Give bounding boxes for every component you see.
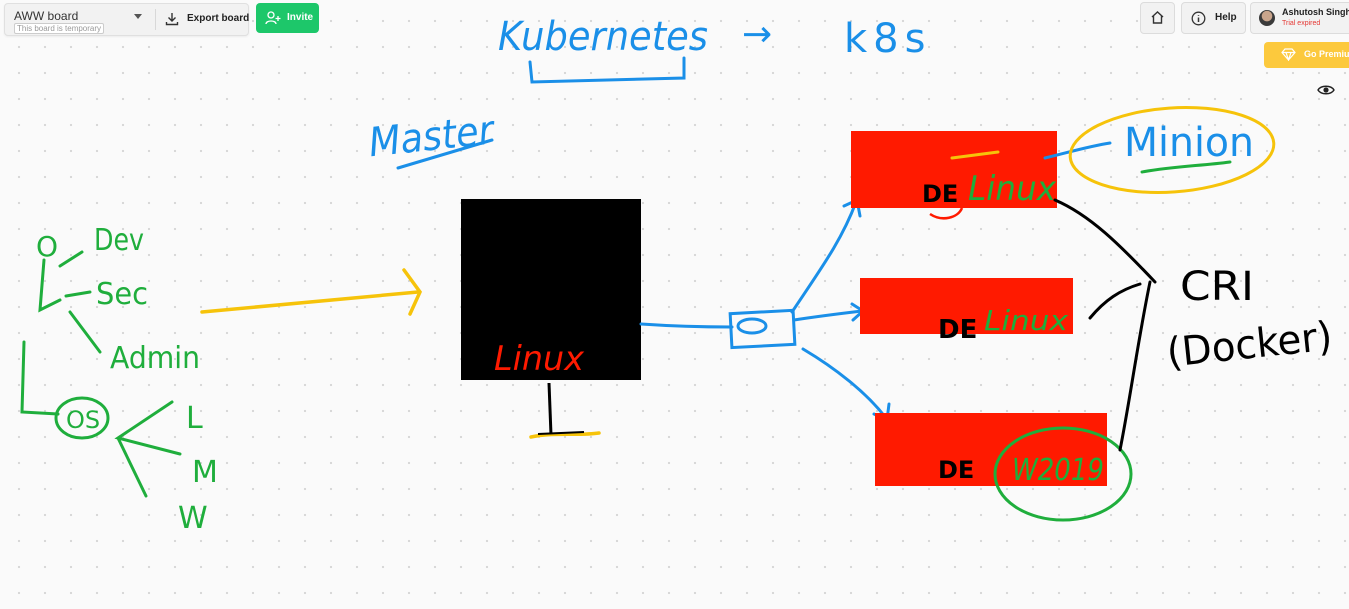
title-underline-bracket xyxy=(528,56,686,84)
help-label: Help xyxy=(1215,12,1237,23)
tree-os-w: W xyxy=(178,501,208,536)
tree-sec: Sec xyxy=(96,277,148,312)
trial-status: Trial expired xyxy=(1282,20,1321,27)
node3-to-cri-line xyxy=(1118,280,1152,452)
invite-button[interactable]: Invite xyxy=(256,3,319,33)
home-button[interactable] xyxy=(1140,2,1175,34)
eye-icon[interactable] xyxy=(1317,83,1335,97)
board-name[interactable]: AWW board xyxy=(14,9,78,23)
minion-label: Minion xyxy=(1124,120,1254,166)
invite-label: Invite xyxy=(287,12,314,23)
node3-prefix: DE xyxy=(938,456,974,484)
node1-to-cri-line xyxy=(1053,198,1157,284)
node2-os: Linux xyxy=(984,304,1068,337)
cri-sub-label: (Docker) xyxy=(1165,314,1335,377)
tree-os: OS xyxy=(66,406,100,434)
go-premium-button[interactable]: Go Premium xyxy=(1264,42,1349,68)
tree-branch-sec xyxy=(64,290,92,298)
tree-to-master-arrow xyxy=(200,290,420,314)
hub-to-node1-arrow xyxy=(790,200,858,314)
hub-to-node3-arrow xyxy=(801,347,888,420)
whiteboard-canvas[interactable]: Kubernetes → k8s Master Linux DE Linux D… xyxy=(0,0,1349,609)
info-icon xyxy=(1191,11,1206,26)
node2-prefix: DE xyxy=(938,315,977,345)
user-menu[interactable]: Ashutosh Singh Trial expired xyxy=(1250,2,1349,34)
hub-to-node2-arrow xyxy=(792,309,864,322)
board-temporary-note: This board is temporary xyxy=(14,23,105,34)
help-button[interactable]: Help xyxy=(1181,2,1246,34)
go-premium-label: Go Premium xyxy=(1304,49,1349,59)
cri-label: CRI xyxy=(1180,264,1254,310)
board-toolbar: AWW board This board is temporary Export… xyxy=(4,3,249,36)
tree-branch-dev xyxy=(58,250,84,268)
toolbar-divider xyxy=(155,9,156,30)
home-icon xyxy=(1151,11,1164,24)
chevron-down-icon[interactable] xyxy=(134,14,142,19)
diamond-icon xyxy=(1281,48,1296,61)
tree-os-branches xyxy=(114,400,182,498)
download-icon xyxy=(165,13,179,26)
tree-os-m: M xyxy=(192,455,218,490)
node3-os: W2019 xyxy=(1012,453,1104,488)
tree-dev: Dev xyxy=(94,223,144,258)
tree-branch-admin xyxy=(68,310,102,354)
tree-admin: Admin xyxy=(110,341,200,376)
node1-prefix: DE xyxy=(922,180,958,208)
export-board-button[interactable]: Export board xyxy=(161,4,250,35)
user-name: Ashutosh Singh xyxy=(1282,7,1349,17)
master-os-label: Linux xyxy=(494,339,585,379)
title-arrow: → xyxy=(742,14,772,55)
master-stand xyxy=(547,382,553,436)
hub-inner-icon xyxy=(736,317,768,335)
tree-os-connector xyxy=(20,340,60,416)
title-kubernetes: Kubernetes xyxy=(498,14,708,60)
title-k8s: k8s xyxy=(844,16,931,62)
tree-root: O xyxy=(36,230,58,263)
node2-to-cri-line xyxy=(1088,282,1142,320)
tree-os-l: L xyxy=(186,401,203,436)
add-user-icon xyxy=(265,11,281,25)
node1-os: Linux xyxy=(968,169,1057,209)
tree-trunk xyxy=(38,258,62,313)
export-board-label: Export board xyxy=(187,13,250,24)
master-to-hub-line xyxy=(639,322,734,329)
node1-prefix-underline xyxy=(929,207,964,220)
avatar xyxy=(1259,10,1275,26)
